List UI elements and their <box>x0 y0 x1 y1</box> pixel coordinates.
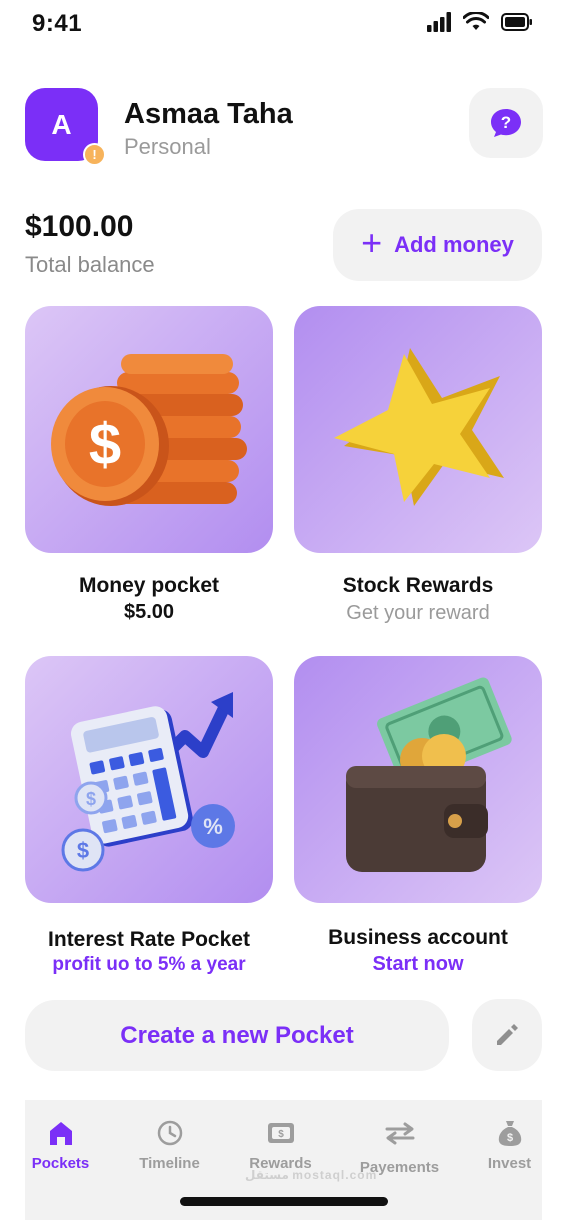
tab-invest[interactable]: $ Invest <box>462 1117 557 1172</box>
coin-stack-illustration: $ <box>51 354 247 506</box>
tab-rewards[interactable]: $ Rewards <box>233 1117 328 1172</box>
wifi-icon <box>463 12 489 30</box>
clock-icon <box>157 1120 182 1146</box>
help-button[interactable]: ? <box>469 88 543 158</box>
interest-rate-title: Interest Rate Pocket <box>48 928 250 951</box>
stock-rewards-title: Stock Rewards <box>342 574 494 597</box>
warning-badge: ! <box>83 143 106 166</box>
interest-rate-card[interactable]: $ $ % <box>25 656 273 903</box>
svg-text:$: $ <box>86 789 96 809</box>
account-type: Personal <box>124 134 211 159</box>
signal-icon <box>427 12 451 32</box>
svg-text:%: % <box>203 814 223 839</box>
star-illustration <box>334 348 504 506</box>
total-balance-label: Total balance <box>25 252 155 277</box>
pencil-icon <box>497 1024 518 1045</box>
svg-text:$: $ <box>89 412 121 477</box>
user-name: Asmaa Taha <box>124 98 293 130</box>
money-pocket-card[interactable]: $ <box>25 306 273 553</box>
svg-text:$: $ <box>506 1132 512 1144</box>
tab-timeline[interactable]: Timeline <box>122 1117 217 1172</box>
plus-icon: + <box>361 222 383 263</box>
total-balance-amount: $100.00 <box>25 210 134 243</box>
stock-rewards-subtitle: Get your reward <box>346 602 490 624</box>
status-bar: 9:41 <box>0 0 563 50</box>
svg-text:$: $ <box>278 1129 284 1140</box>
svg-text:?: ? <box>501 113 511 132</box>
tab-label: Timeline <box>139 1155 200 1172</box>
watermark: مستقل mostaql.com <box>245 1168 378 1182</box>
tab-label: Pockets <box>31 1155 90 1172</box>
interest-rate-subtitle: profit uo to 5% a year <box>52 954 246 975</box>
home-icon <box>49 1122 72 1145</box>
profile-header: A ! Asmaa Taha Personal ? <box>25 88 543 166</box>
status-icons <box>427 12 533 32</box>
battery-icon <box>501 13 532 31</box>
avatar-initial: A <box>51 108 72 140</box>
tab-label: Invest <box>487 1155 532 1172</box>
business-account-card[interactable] <box>294 656 542 903</box>
question-bubble-icon: ? <box>491 109 521 137</box>
home-indicator <box>180 1197 388 1206</box>
status-time: 9:41 <box>32 10 83 37</box>
calculator-chart-illustration: $ $ % <box>61 692 235 872</box>
rewards-icon: $ <box>267 1123 294 1143</box>
create-pocket-button[interactable]: Create a new Pocket <box>25 1000 449 1071</box>
money-pocket-title: Money pocket <box>78 574 220 597</box>
svg-text:$: $ <box>77 838 89 863</box>
business-account-subtitle: Start now <box>372 953 464 975</box>
add-money-button[interactable]: + Add money <box>333 209 542 281</box>
transfer-icon <box>385 1122 414 1145</box>
business-account-title: Business account <box>328 926 508 949</box>
money-pocket-amount: $5.00 <box>123 601 175 623</box>
wallet-illustration <box>346 677 512 872</box>
stock-rewards-card[interactable] <box>294 306 542 553</box>
money-bag-icon: $ <box>498 1121 521 1146</box>
tab-pockets[interactable]: Pockets <box>13 1117 108 1172</box>
add-money-label: Add money <box>394 232 514 257</box>
edit-button[interactable] <box>472 999 542 1071</box>
